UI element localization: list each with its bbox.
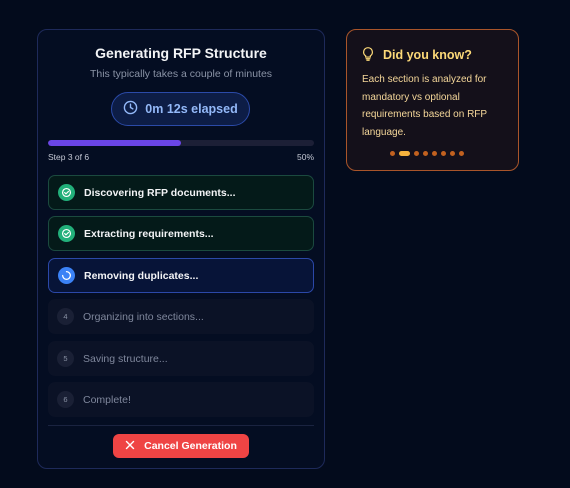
elapsed-text: 0m 12s elapsed xyxy=(145,102,238,116)
divider xyxy=(48,425,314,426)
clock-icon xyxy=(123,100,138,118)
close-icon xyxy=(125,440,135,453)
step-item: 6 Complete! xyxy=(48,382,314,417)
step-label: Extracting requirements... xyxy=(84,227,214,240)
panel-title: Generating RFP Structure xyxy=(95,45,267,61)
carousel-dot[interactable] xyxy=(441,151,446,156)
progress-percent-text: 50% xyxy=(296,152,314,162)
step-label: Removing duplicates... xyxy=(84,269,199,282)
carousel-dot[interactable] xyxy=(450,151,455,156)
step-number-badge: 4 xyxy=(57,308,74,325)
tip-header: Did you know? xyxy=(361,46,472,64)
cancel-label: Cancel Generation xyxy=(144,440,237,452)
progress-step-text: Step 3 of 6 xyxy=(48,152,90,162)
generation-panel: Generating RFP Structure This typically … xyxy=(37,29,325,469)
panel-subtitle: This typically takes a couple of minutes xyxy=(89,68,273,80)
spinner-icon xyxy=(58,267,75,284)
progress-fill xyxy=(48,140,181,146)
tip-title: Did you know? xyxy=(383,48,472,62)
tip-body: Each section is analyzed for mandatory v… xyxy=(362,74,487,138)
carousel-dot[interactable] xyxy=(432,151,437,156)
step-number-badge: 5 xyxy=(57,350,74,367)
carousel-dot[interactable] xyxy=(390,151,395,156)
step-item-active: Removing duplicates... xyxy=(48,258,314,293)
step-item: 5 Saving structure... xyxy=(48,341,314,376)
elapsed-timer-badge: 0m 12s elapsed xyxy=(111,92,250,126)
step-label: Complete! xyxy=(83,393,131,406)
cancel-generation-button[interactable]: Cancel Generation xyxy=(113,434,249,458)
progress-bar xyxy=(48,140,314,146)
carousel-dot[interactable] xyxy=(414,151,419,156)
check-circle-icon xyxy=(58,225,75,242)
step-number-badge: 6 xyxy=(57,391,74,408)
step-item: 4 Organizing into sections... xyxy=(48,299,314,334)
carousel-dot[interactable] xyxy=(423,151,428,156)
lightbulb-icon xyxy=(361,46,375,64)
carousel-dot[interactable] xyxy=(459,151,464,156)
carousel-dot-active[interactable] xyxy=(399,151,410,156)
check-circle-icon xyxy=(58,184,75,201)
step-item: Extracting requirements... xyxy=(48,216,314,251)
step-label: Organizing into sections... xyxy=(83,310,204,323)
step-label: Saving structure... xyxy=(83,352,168,365)
step-label: Discovering RFP documents... xyxy=(84,186,236,199)
tip-carousel-dots xyxy=(390,151,464,156)
step-item: Discovering RFP documents... xyxy=(48,175,314,210)
did-you-know-card: Did you know? Each section is analyzed f… xyxy=(346,29,519,171)
